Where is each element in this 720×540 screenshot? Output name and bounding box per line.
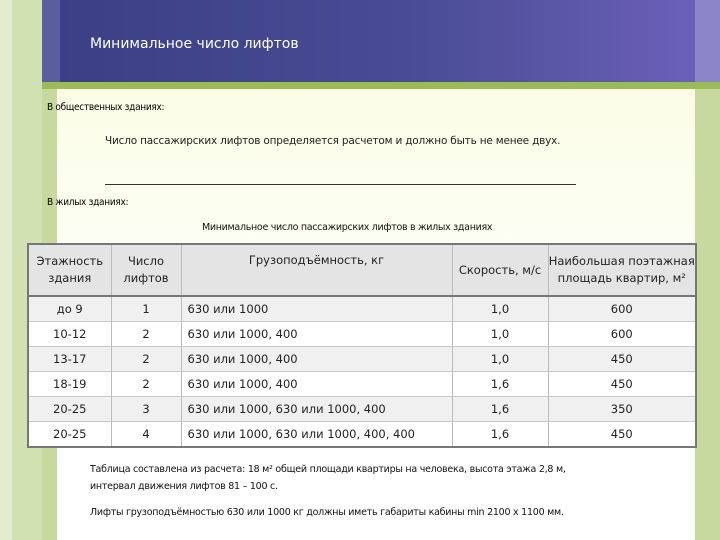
public-rule-text: Число пассажирских лифтов определяется р… bbox=[105, 135, 561, 147]
header-left-corner bbox=[42, 0, 60, 82]
cell-lift-count: 1 bbox=[111, 296, 182, 322]
cell-area: 350 bbox=[548, 396, 696, 422]
cell-floors: 20-25 bbox=[28, 396, 112, 422]
public-buildings-label: В общественных зданиях: bbox=[47, 102, 165, 113]
cell-floors: 10-12 bbox=[28, 321, 112, 347]
table-row: 18-19 2 630 или 1000, 400 1,6 450 bbox=[28, 371, 696, 397]
residential-buildings-label: В жилых зданиях: bbox=[47, 197, 129, 208]
table-row: 20-25 4 630 или 1000, 630 или 1000, 400,… bbox=[28, 421, 696, 448]
cell-lift-count: 2 bbox=[111, 321, 182, 347]
cell-floors: 20-25 bbox=[28, 421, 112, 448]
col-header-capacity: Грузоподъёмность, кг bbox=[181, 244, 453, 297]
cell-speed: 1,6 bbox=[452, 371, 549, 397]
lift-table: Этажность здания Число лифтов Грузоподъё… bbox=[27, 243, 697, 448]
cell-speed: 1,6 bbox=[452, 396, 549, 422]
calc-note-line2: интервал движения лифтов 81 – 100 с. bbox=[90, 481, 278, 492]
cell-capacity: 630 или 1000 bbox=[181, 296, 453, 322]
cell-speed: 1,0 bbox=[452, 321, 549, 347]
cell-floors: 13-17 bbox=[28, 346, 112, 372]
cell-area: 600 bbox=[548, 296, 696, 322]
col-header-lift-count: Число лифтов bbox=[111, 244, 182, 297]
table-row: 10-12 2 630 или 1000, 400 1,0 600 bbox=[28, 321, 696, 347]
cell-lift-count: 2 bbox=[111, 371, 182, 397]
header-right-corner bbox=[695, 0, 720, 82]
cell-area: 450 bbox=[548, 421, 696, 448]
cell-lift-count: 3 bbox=[111, 396, 182, 422]
cell-lift-count: 2 bbox=[111, 346, 182, 372]
cell-floors: 18-19 bbox=[28, 371, 112, 397]
cell-speed: 1,0 bbox=[452, 346, 549, 372]
col-header-speed: Скорость, м/с bbox=[452, 244, 549, 297]
right-green-band bbox=[695, 82, 720, 540]
cell-speed: 1,0 bbox=[452, 296, 549, 322]
cell-area: 600 bbox=[548, 321, 696, 347]
cell-area: 450 bbox=[548, 371, 696, 397]
table-row: до 9 1 630 или 1000 1,0 600 bbox=[28, 296, 696, 322]
cell-lift-count: 4 bbox=[111, 421, 182, 448]
table-caption: Минимальное число пассажирских лифтов в … bbox=[202, 222, 493, 233]
slide-title: Минимальное число лифтов bbox=[90, 36, 299, 52]
table-row: 20-25 3 630 или 1000, 630 или 1000, 400 … bbox=[28, 396, 696, 422]
cell-speed: 1,6 bbox=[452, 421, 549, 448]
col-header-area: Наибольшая поэтажная площадь квартир, м² bbox=[548, 244, 696, 297]
cell-capacity: 630 или 1000, 630 или 1000, 400 bbox=[181, 396, 453, 422]
left-decor-band bbox=[0, 0, 12, 540]
table-row: 13-17 2 630 или 1000, 400 1,0 450 bbox=[28, 346, 696, 372]
accent-line bbox=[42, 82, 720, 89]
cell-capacity: 630 или 1000, 400 bbox=[181, 321, 453, 347]
cell-area: 450 bbox=[548, 346, 696, 372]
cell-capacity: 630 или 1000, 400 bbox=[181, 346, 453, 372]
rule-underline bbox=[105, 184, 576, 185]
cabin-size-note: Лифты грузоподъёмностью 630 или 1000 кг … bbox=[90, 507, 564, 518]
table-header-row: Этажность здания Число лифтов Грузоподъё… bbox=[28, 244, 696, 297]
col-header-floors: Этажность здания bbox=[28, 244, 112, 297]
cell-capacity: 630 или 1000, 400 bbox=[181, 371, 453, 397]
cell-floors: до 9 bbox=[28, 296, 112, 322]
cell-capacity: 630 или 1000, 630 или 1000, 400, 400 bbox=[181, 421, 453, 448]
